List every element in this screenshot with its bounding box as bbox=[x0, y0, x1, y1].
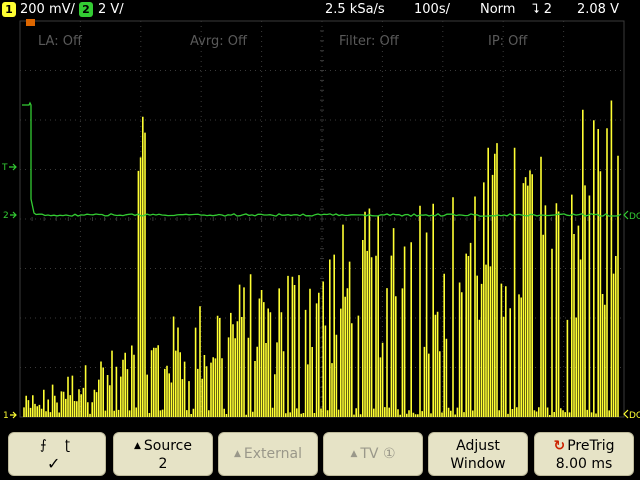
channel-2-coupling: DC bbox=[629, 212, 640, 222]
check-icon: ✓ bbox=[47, 454, 61, 473]
channel-1-coupling: DC bbox=[629, 411, 640, 421]
source-softkey[interactable]: ▲ Source 2 bbox=[113, 432, 213, 476]
channel-2-ground-marker[interactable]: 2 bbox=[3, 211, 9, 221]
tv-info-badge: ① bbox=[382, 446, 396, 462]
source-label: Source bbox=[143, 438, 192, 454]
adjust-window-softkey[interactable]: Adjust Window bbox=[428, 432, 528, 476]
window-label: Window bbox=[450, 456, 506, 472]
trigger-source: ⮧ 2 bbox=[532, 2, 553, 17]
tv-softkey[interactable]: ▲ TV ① bbox=[323, 432, 423, 476]
tv-label: TV bbox=[360, 446, 379, 462]
status-bar: 1 200 mV/ 2 2 V/ 2.5 kSa/s 100s/ Norm ⮧ … bbox=[0, 0, 640, 19]
timebase: 100s/ bbox=[414, 2, 450, 17]
channel-1-badge[interactable]: 1 bbox=[2, 2, 16, 17]
external-softkey[interactable]: ▲ External bbox=[218, 432, 318, 476]
logic-analyzer-status: LA: Off bbox=[38, 34, 82, 49]
triangle-up-icon: ▲ bbox=[133, 441, 141, 451]
pretrig-label: PreTrig bbox=[567, 438, 615, 454]
filter-status: Filter: Off bbox=[339, 34, 399, 49]
channel-2-badge[interactable]: 2 bbox=[79, 2, 93, 17]
ip-status: IP: Off bbox=[488, 34, 528, 49]
external-label: External bbox=[243, 446, 302, 462]
trigger-level: 2.08 V bbox=[577, 2, 619, 17]
channel-1-scale: 200 mV/ bbox=[20, 2, 75, 17]
trigger-level-marker[interactable]: T bbox=[1, 163, 8, 173]
adjust-label: Adjust bbox=[456, 438, 500, 454]
sample-rate: 2.5 kSa/s bbox=[325, 2, 385, 17]
pretrig-value: 8.00 ms bbox=[555, 456, 613, 472]
triangle-up-icon: ▲ bbox=[350, 449, 358, 459]
waveform-plot: T 2 1 DC DC bbox=[0, 19, 640, 430]
slope-softkey[interactable]: ⨍ʈ ✓ bbox=[8, 432, 106, 476]
averaging-status: Avrg: Off bbox=[190, 34, 247, 49]
channel-1-ground-marker[interactable]: 1 bbox=[3, 411, 9, 421]
softkey-bar: ⨍ʈ ✓ ▲ Source 2 ▲ External ▲ TV ① Adjust Wi… bbox=[0, 430, 640, 480]
source-value: 2 bbox=[158, 456, 168, 472]
waveform-display: T 2 1 DC DC LA: Off Avrg: Off Filter: Of… bbox=[0, 19, 640, 430]
channel-2-scale: 2 V/ bbox=[98, 2, 124, 17]
rotate-arrow-icon: ↻ bbox=[553, 438, 566, 454]
trigger-mode: Norm bbox=[480, 2, 516, 17]
trigger-time-marker[interactable] bbox=[26, 19, 35, 26]
pretrig-softkey[interactable]: ↻ PreTrig 8.00 ms bbox=[534, 432, 634, 476]
triangle-up-icon: ▲ bbox=[233, 449, 241, 459]
rising-edge-icon: ⨍ bbox=[40, 438, 65, 453]
falling-edge-icon: ʈ bbox=[64, 438, 88, 453]
